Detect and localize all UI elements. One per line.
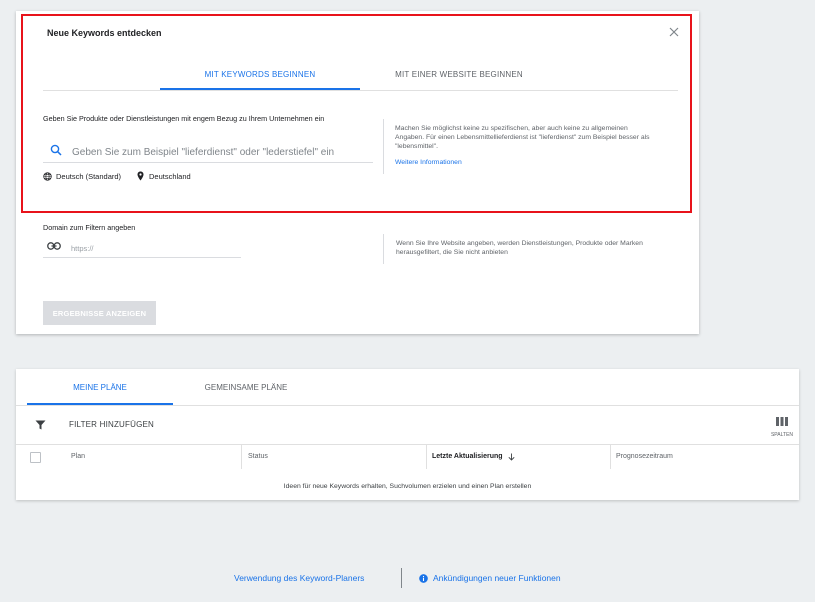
domain-label: Domain zum Filtern angeben [43,223,136,232]
keyword-planner-usage-link[interactable]: Verwendung des Keyword-Planers [234,573,364,583]
tab-my-plans[interactable]: MEINE PLÄNE [27,369,173,405]
link-icon [47,242,61,250]
more-info-link[interactable]: Weitere Informationen [395,158,462,167]
domain-field[interactable] [43,237,241,258]
location-pin-icon [137,171,144,181]
column-divider [426,445,427,469]
info-icon [419,573,428,583]
plans-card: MEINE PLÄNE GEMEINSAME PLÄNE FILTER HINZ… [16,369,799,500]
tab-shared-plans[interactable]: GEMEINSAME PLÄNE [173,369,319,405]
select-all-checkbox[interactable] [30,452,41,463]
domain-hint-divider [383,234,384,264]
columns-icon [776,417,788,426]
keyword-hint-text: Machen Sie möglichst keine zu spezifisch… [395,125,650,150]
close-icon [669,27,679,37]
add-filter-button[interactable]: FILTER HINZUFÜGEN [69,420,154,429]
dialog-title: Neue Keywords entdecken [47,28,162,38]
column-header-last-updated[interactable]: Letzte Aktualisierung [432,445,515,469]
search-icon [50,144,62,156]
footer-separator [401,568,402,588]
tab-start-with-keywords[interactable]: MIT KEYWORDS BEGINNEN [160,60,360,90]
close-button[interactable] [667,25,681,39]
announcements-link-label: Ankündigungen neuer Funktionen [433,573,561,583]
column-divider [610,445,611,469]
globe-icon [43,171,52,181]
filter-icon[interactable] [35,420,46,430]
column-header-status[interactable]: Status [248,445,268,469]
column-header-last-updated-label: Letzte Aktualisierung [432,453,503,460]
location-selector[interactable]: Deutschland [137,170,191,182]
columns-button[interactable]: SPALTEN [768,414,796,440]
tab-start-with-website[interactable]: MIT EINER WEBSITE BEGINNEN [359,60,559,89]
domain-hint-text: Wenn Sie Ihre Website angeben, werden Di… [396,240,643,256]
domain-input[interactable] [69,240,238,256]
location-value: Deutschland [149,171,191,181]
show-results-button[interactable]: ERGEBNISSE ANZEIGEN [43,301,156,325]
column-header-forecast-period[interactable]: Prognosezeitraum [616,445,673,469]
announcements-link[interactable]: Ankündigungen neuer Funktionen [419,573,561,583]
sort-descending-icon [508,453,515,461]
filter-bar: FILTER HINZUFÜGEN SPALTEN [16,406,799,445]
plans-table-header: Plan Status Letzte Aktualisierung Progno… [16,445,799,469]
language-value: Deutsch (Standard) [56,171,122,181]
hint-divider [383,119,384,174]
keyword-search-input[interactable] [70,143,374,161]
products-label: Geben Sie Produkte oder Dienstleistungen… [43,114,325,123]
columns-label: SPALTEN [770,432,794,438]
keyword-search-field[interactable] [43,140,374,163]
dialog-tabs: MIT KEYWORDS BEGINNEN MIT EINER WEBSITE … [43,60,678,91]
language-selector[interactable]: Deutsch (Standard) [43,170,121,182]
column-header-plan[interactable]: Plan [71,445,85,469]
column-divider [241,445,242,469]
empty-plans-message: Ideen für neue Keywords erhalten, Suchvo… [283,483,532,490]
